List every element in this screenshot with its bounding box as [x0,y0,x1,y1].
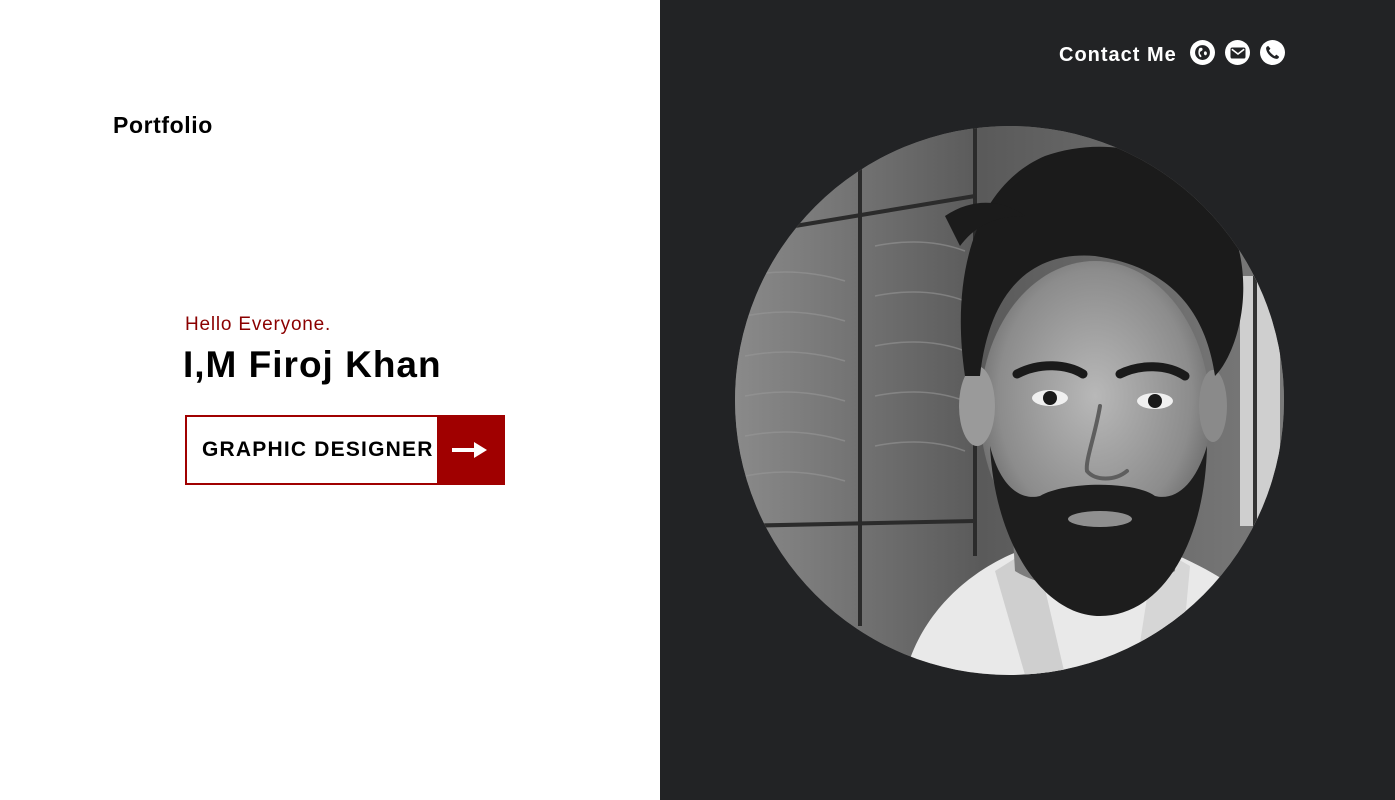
site-logo[interactable]: Portfolio [113,112,213,139]
hero-headline: I,M Firoj Khan [183,344,442,385]
arrow-right-icon [437,417,503,483]
left-panel: Portfolio Hello Everyone. I,M Firoj Khan… [0,0,660,800]
mail-icon[interactable] [1225,40,1250,65]
phone-icon[interactable] [1260,40,1285,65]
greeting-text: Hello Everyone. [185,314,332,335]
role-button-label: GRAPHIC DESIGNER [202,438,434,461]
globe-icon[interactable] [1190,40,1215,65]
profile-photo [735,126,1284,675]
role-button[interactable]: GRAPHIC DESIGNER [185,415,505,485]
contact-me-link[interactable]: Contact Me [1059,44,1177,67]
